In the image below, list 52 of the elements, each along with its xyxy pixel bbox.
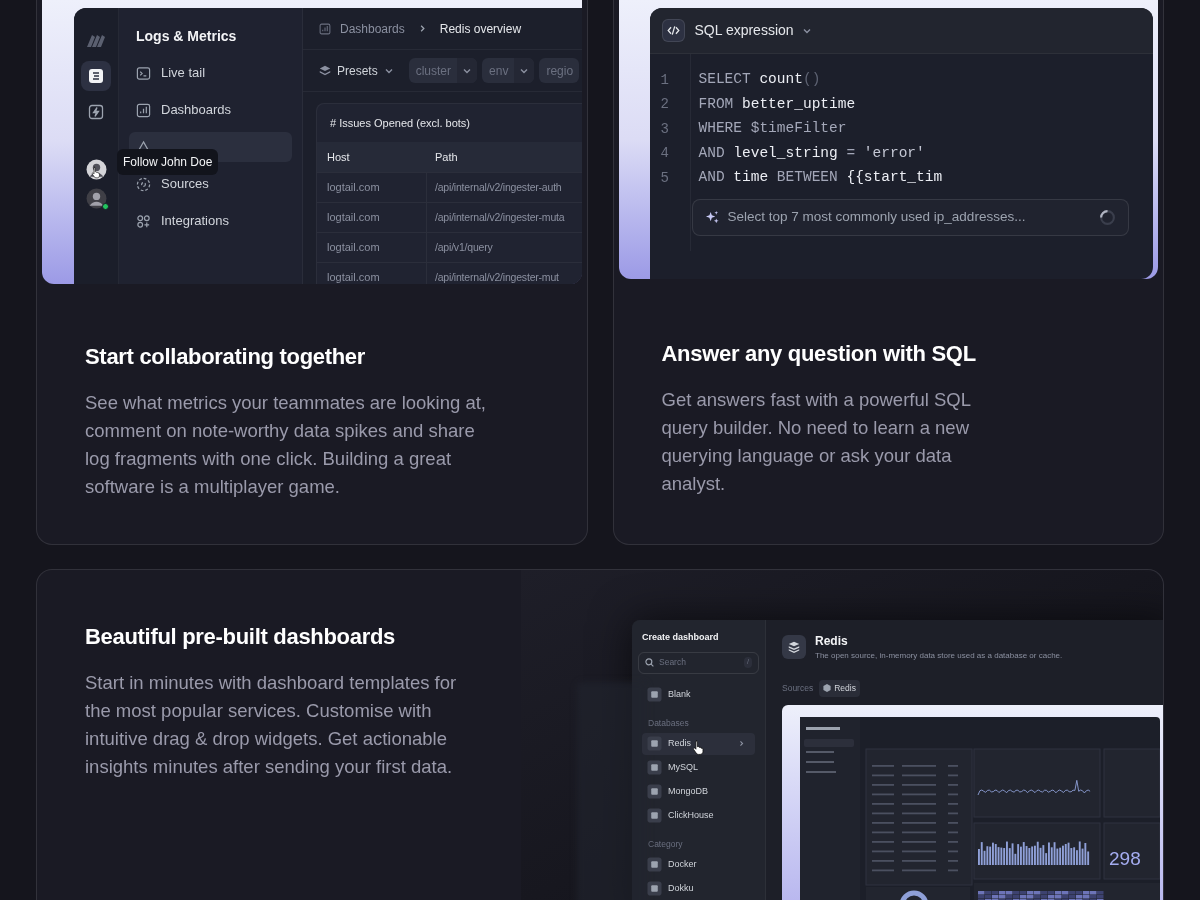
line-number: 5 bbox=[659, 168, 670, 188]
code-line: WHERE $timeFilter bbox=[698, 119, 847, 139]
template-item[interactable]: Redis bbox=[642, 732, 755, 755]
code-line: AND level_string = 'error' bbox=[698, 143, 925, 163]
line-number: 2 bbox=[659, 95, 670, 115]
template-description: The open source, in-memory data store used as a database or cache. bbox=[815, 650, 1063, 662]
line-number: 1 bbox=[659, 70, 670, 90]
sources-label: Sources bbox=[782, 682, 814, 695]
stat-value: 298 bbox=[1109, 847, 1141, 869]
template-item[interactable]: ClickHouse bbox=[642, 804, 755, 827]
line-number: 3 bbox=[659, 119, 670, 139]
table-cell: logtail.com bbox=[317, 173, 427, 202]
table-cell-text: /api/internal/v2/ingester-mut bbox=[434, 269, 559, 284]
card-description: Get answers fast with a powerful SQL query builder. No need to learn a new querying language or ask your data analyst. bbox=[661, 388, 972, 496]
expression-dropdown[interactable]: SQL expression bbox=[694, 20, 812, 41]
nav-item[interactable]: Dashboards bbox=[129, 95, 292, 125]
nav-item[interactable]: Integrations bbox=[129, 206, 292, 236]
template-item[interactable]: MongoDB bbox=[642, 780, 755, 803]
code-line: SELECT count() bbox=[698, 70, 821, 90]
line-number: 4 bbox=[659, 144, 670, 164]
template-item[interactable]: Blank bbox=[642, 683, 755, 706]
column-header: Path bbox=[434, 149, 458, 165]
table-cell-text: /api/internal/v2/ingester-muta bbox=[434, 209, 565, 225]
panel-title: Create dashboard bbox=[641, 631, 720, 644]
template-item[interactable]: Dokku bbox=[642, 877, 755, 900]
breadcrumb-current: Redis overview bbox=[439, 20, 522, 38]
nav-item[interactable]: Live tail bbox=[129, 58, 292, 88]
table-cell: logtail.com bbox=[317, 263, 427, 284]
group-label: Category bbox=[647, 837, 684, 851]
template-item[interactable]: MySQL bbox=[642, 756, 755, 779]
template-item[interactable]: Docker bbox=[642, 853, 755, 876]
card-heading: Start collaborating together bbox=[85, 343, 367, 371]
code-line: AND time BETWEEN {{start_tim bbox=[698, 168, 943, 188]
app-title: Logs & Metrics bbox=[135, 27, 238, 46]
breadcrumb-link[interactable]: Dashboards bbox=[340, 19, 405, 38]
presets-button[interactable]: Presets bbox=[319, 61, 394, 80]
table-cell: logtail.com bbox=[317, 233, 427, 262]
table-title: # Issues Opened (excl. bots) bbox=[329, 115, 471, 131]
group-label: Databases bbox=[647, 716, 690, 730]
table-cell-text: /api/v1/query bbox=[434, 239, 493, 255]
code-line: FROM better_uptime bbox=[698, 94, 856, 114]
card-description: See what metrics your teammates are looking at, comment on note-worthy data spikes and share log fragments with one click. Building a great software is a multiplayer game. bbox=[85, 391, 487, 499]
column-header: Host bbox=[326, 149, 351, 165]
template-name: Redis bbox=[815, 633, 849, 650]
source-chip: Redis bbox=[819, 680, 860, 697]
table-cell: logtail.com bbox=[317, 203, 427, 232]
tooltip: Follow John Doe bbox=[117, 149, 219, 175]
ai-prompt-field[interactable]: Select top 7 most commonly used ip_addresses... bbox=[691, 198, 1129, 236]
table-cell-text: /api/internal/v2/ingester-auth bbox=[434, 179, 562, 195]
card-heading: Beautiful pre-built dashboards bbox=[85, 623, 397, 651]
card-description: Start in minutes with dashboard templates for the most popular services. Customise with intuitive drag & drop widgets. Get actionable insights minutes after sending your first data. bbox=[85, 671, 458, 779]
card-heading: Answer any question with SQL bbox=[661, 340, 977, 368]
